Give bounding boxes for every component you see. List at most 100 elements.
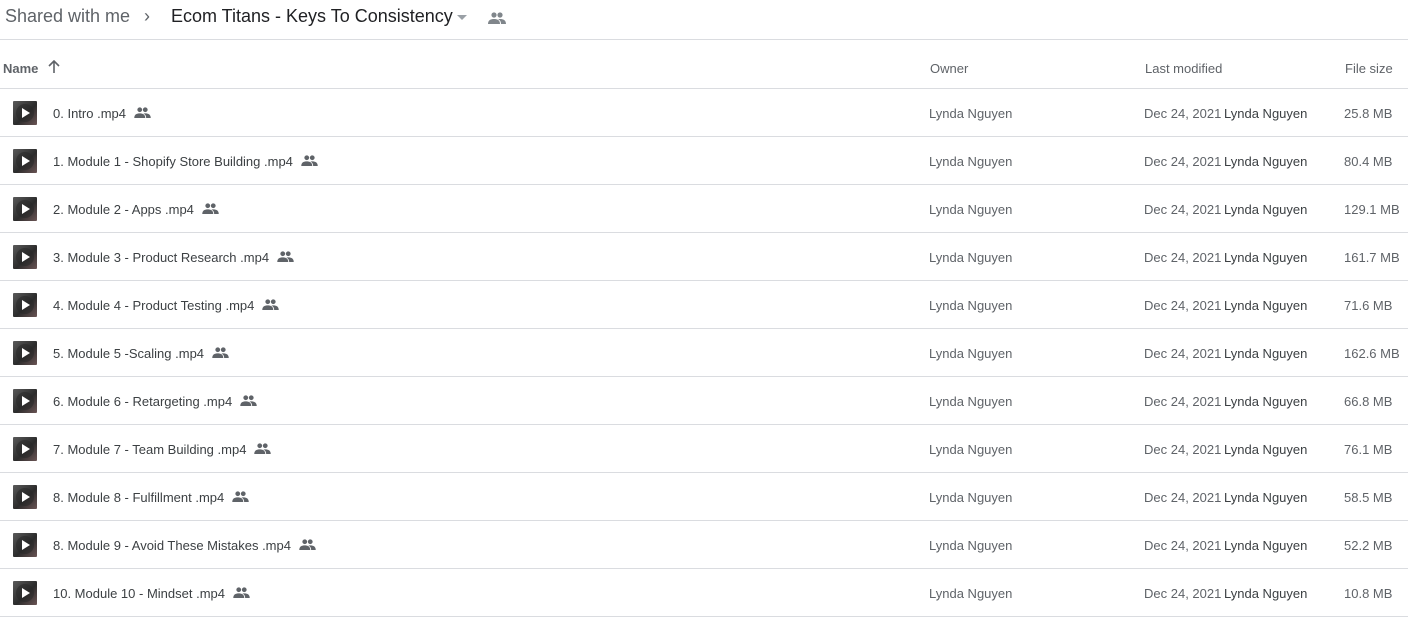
video-thumbnail-icon — [13, 101, 37, 125]
file-modified-by: Lynda Nguyen — [1224, 154, 1308, 169]
file-size: 162.6 MB — [1344, 346, 1400, 361]
file-row[interactable]: 4. Module 4 - Product Testing .mp4 Lynda… — [0, 281, 1408, 329]
file-modified-date: Dec 24, 2021 — [1144, 346, 1222, 361]
file-size: 161.7 MB — [1344, 250, 1400, 265]
column-header-owner[interactable]: Owner — [930, 61, 968, 76]
file-modified-date: Dec 24, 2021 — [1144, 442, 1222, 457]
file-modified-date: Dec 24, 2021 — [1144, 250, 1222, 265]
file-modified-date: Dec 24, 2021 — [1144, 154, 1222, 169]
file-row[interactable]: 2. Module 2 - Apps .mp4 Lynda Nguyen Dec… — [0, 185, 1408, 233]
breadcrumb-current-folder[interactable]: Ecom Titans - Keys To Consistency — [171, 6, 453, 27]
file-name[interactable]: 3. Module 3 - Product Research .mp4 — [53, 250, 269, 265]
file-name[interactable]: 7. Module 7 - Team Building .mp4 — [53, 442, 246, 457]
video-thumbnail-icon — [13, 389, 37, 413]
video-thumbnail-icon — [13, 341, 37, 365]
file-name[interactable]: 10. Module 10 - Mindset .mp4 — [53, 586, 225, 601]
breadcrumb-shared-with-me[interactable]: Shared with me — [5, 6, 130, 27]
column-header-row: Name Owner Last modified File size — [0, 40, 1408, 89]
file-owner: Lynda Nguyen — [929, 586, 1013, 601]
file-size: 71.6 MB — [1344, 298, 1393, 313]
file-name[interactable]: 8. Module 9 - Avoid These Mistakes .mp4 — [53, 538, 291, 553]
column-header-name[interactable]: Name — [3, 61, 38, 76]
file-modified-by: Lynda Nguyen — [1224, 490, 1308, 505]
file-name[interactable]: 4. Module 4 - Product Testing .mp4 — [53, 298, 254, 313]
file-name-cell: 5. Module 5 -Scaling .mp4 — [53, 346, 229, 361]
file-owner: Lynda Nguyen — [929, 394, 1013, 409]
caret-down-icon[interactable] — [457, 15, 467, 20]
file-modified-date: Dec 24, 2021 — [1144, 298, 1222, 313]
file-row[interactable]: 5. Module 5 -Scaling .mp4 Lynda Nguyen D… — [0, 329, 1408, 377]
play-icon — [22, 540, 30, 550]
arrow-up-icon[interactable] — [47, 59, 61, 77]
play-icon — [22, 396, 30, 406]
video-thumbnail-icon — [13, 533, 37, 557]
file-name[interactable]: 8. Module 8 - Fulfillment .mp4 — [53, 490, 224, 505]
file-name-cell: 10. Module 10 - Mindset .mp4 — [53, 586, 250, 601]
file-modified-date: Dec 24, 2021 — [1144, 106, 1222, 121]
file-size: 10.8 MB — [1344, 586, 1393, 601]
file-modified-by: Lynda Nguyen — [1224, 442, 1308, 457]
people-icon — [262, 298, 280, 313]
file-modified-by: Lynda Nguyen — [1224, 298, 1308, 313]
play-icon — [22, 156, 30, 166]
video-thumbnail-icon — [13, 581, 37, 605]
people-icon[interactable] — [488, 11, 506, 29]
file-modified-date: Dec 24, 2021 — [1144, 394, 1222, 409]
file-name-cell: 3. Module 3 - Product Research .mp4 — [53, 250, 294, 265]
people-icon — [233, 586, 250, 601]
file-name-cell: 7. Module 7 - Team Building .mp4 — [53, 442, 272, 457]
file-row[interactable]: 1. Module 1 - Shopify Store Building .mp… — [0, 137, 1408, 185]
file-row[interactable]: 10. Module 10 - Mindset .mp4 Lynda Nguye… — [0, 569, 1408, 617]
file-modified-date: Dec 24, 2021 — [1144, 202, 1222, 217]
file-owner: Lynda Nguyen — [929, 490, 1013, 505]
people-icon — [299, 538, 316, 553]
file-row[interactable]: 8. Module 9 - Avoid These Mistakes .mp4 … — [0, 521, 1408, 569]
video-thumbnail-icon — [13, 149, 37, 173]
column-header-file-size[interactable]: File size — [1345, 61, 1393, 76]
file-size: 52.2 MB — [1344, 538, 1393, 553]
file-size: 25.8 MB — [1344, 106, 1393, 121]
file-name-cell: 0. Intro .mp4 — [53, 106, 151, 121]
file-owner: Lynda Nguyen — [929, 346, 1013, 361]
file-list: 0. Intro .mp4 Lynda Nguyen Dec 24, 2021 … — [0, 89, 1408, 617]
file-modified-by: Lynda Nguyen — [1224, 586, 1308, 601]
file-owner: Lynda Nguyen — [929, 106, 1013, 121]
people-icon — [301, 154, 318, 169]
play-icon — [22, 444, 30, 454]
file-modified-by: Lynda Nguyen — [1224, 106, 1308, 121]
file-modified-date: Dec 24, 2021 — [1144, 586, 1222, 601]
file-size: 76.1 MB — [1344, 442, 1393, 457]
play-icon — [22, 492, 30, 502]
file-name[interactable]: 1. Module 1 - Shopify Store Building .mp… — [53, 154, 293, 169]
file-row[interactable]: 0. Intro .mp4 Lynda Nguyen Dec 24, 2021 … — [0, 89, 1408, 137]
file-name[interactable]: 6. Module 6 - Retargeting .mp4 — [53, 394, 232, 409]
file-size: 129.1 MB — [1344, 202, 1400, 217]
people-icon — [202, 202, 219, 217]
file-modified-by: Lynda Nguyen — [1224, 250, 1308, 265]
column-header-last-modified[interactable]: Last modified — [1145, 61, 1222, 76]
file-name[interactable]: 0. Intro .mp4 — [53, 106, 126, 121]
file-row[interactable]: 7. Module 7 - Team Building .mp4 Lynda N… — [0, 425, 1408, 473]
file-owner: Lynda Nguyen — [929, 202, 1013, 217]
people-icon — [277, 250, 294, 265]
file-name-cell: 4. Module 4 - Product Testing .mp4 — [53, 298, 280, 313]
play-icon — [22, 204, 30, 214]
video-thumbnail-icon — [13, 437, 37, 461]
file-modified-by: Lynda Nguyen — [1224, 394, 1308, 409]
people-icon — [232, 490, 249, 505]
file-row[interactable]: 8. Module 8 - Fulfillment .mp4 Lynda Ngu… — [0, 473, 1408, 521]
file-size: 66.8 MB — [1344, 394, 1393, 409]
file-name[interactable]: 2. Module 2 - Apps .mp4 — [53, 202, 194, 217]
people-icon — [134, 106, 151, 121]
video-thumbnail-icon — [13, 293, 37, 317]
file-name-cell: 8. Module 8 - Fulfillment .mp4 — [53, 490, 249, 505]
file-size: 80.4 MB — [1344, 154, 1393, 169]
play-icon — [22, 588, 30, 598]
file-owner: Lynda Nguyen — [929, 538, 1013, 553]
file-name[interactable]: 5. Module 5 -Scaling .mp4 — [53, 346, 204, 361]
file-name-cell: 8. Module 9 - Avoid These Mistakes .mp4 — [53, 538, 316, 553]
file-row[interactable]: 6. Module 6 - Retargeting .mp4 Lynda Ngu… — [0, 377, 1408, 425]
video-thumbnail-icon — [13, 197, 37, 221]
file-row[interactable]: 3. Module 3 - Product Research .mp4 Lynd… — [0, 233, 1408, 281]
file-size: 58.5 MB — [1344, 490, 1393, 505]
